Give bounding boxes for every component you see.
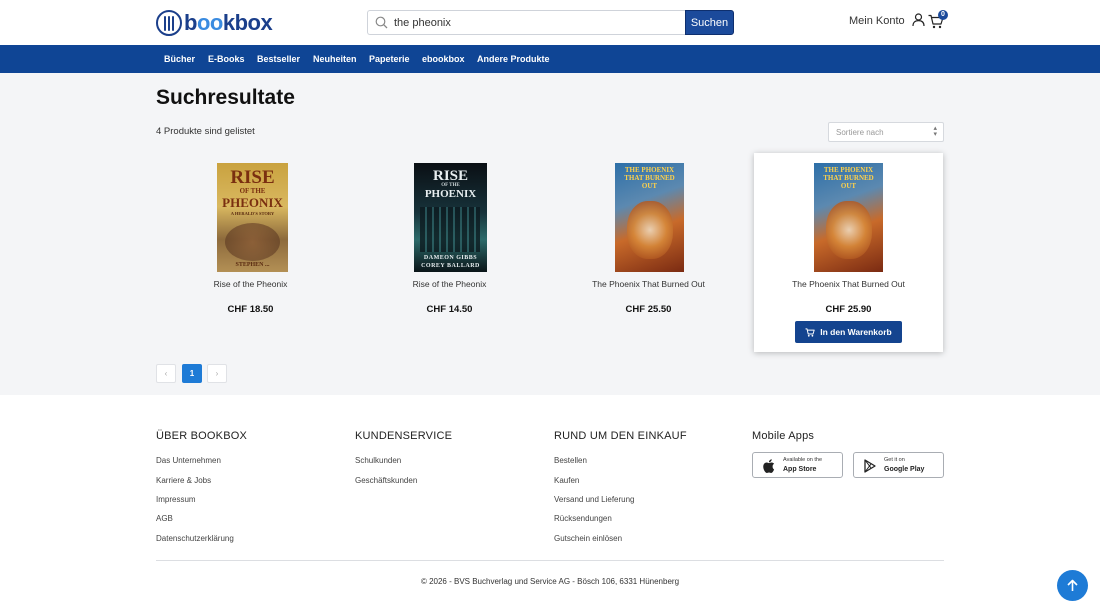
- footer-link[interactable]: Gutschein einlösen: [554, 534, 622, 543]
- sort-placeholder: Sortiere nach: [836, 128, 884, 137]
- cart-icon: [805, 327, 815, 337]
- product-price: CHF 25.90: [825, 304, 872, 315]
- nav-item-papeterie[interactable]: Papeterie: [369, 54, 410, 64]
- google-play-line1: Get it on: [884, 457, 905, 463]
- app-store-line2: App Store: [783, 466, 817, 473]
- logo-icon: [156, 10, 182, 36]
- app-store-line1: Available on the: [783, 457, 823, 463]
- nav-item-andere-produkte[interactable]: Andere Produkte: [477, 54, 550, 64]
- footer-link[interactable]: AGB: [156, 514, 173, 523]
- bookbox-logo[interactable]: bookbox: [156, 10, 273, 36]
- footer-link[interactable]: Kaufen: [554, 476, 579, 485]
- copyright-text: © 2026 - BVS Buchverlag und Service AG -…: [420, 577, 680, 586]
- product-card[interactable]: THE PHOENIX THAT BURNED OUT The Phoenix …: [554, 153, 743, 352]
- footer-divider: [156, 560, 944, 561]
- select-chevron-icon: ▴ ▾: [933, 125, 937, 138]
- footer-link[interactable]: Rücksendungen: [554, 514, 612, 523]
- nav-item-neuheiten[interactable]: Neuheiten: [313, 54, 357, 64]
- footer-link[interactable]: Das Unternehmen: [156, 456, 221, 465]
- footer-link[interactable]: Karriere & Jobs: [156, 476, 211, 485]
- footer-link[interactable]: Datenschutzerklärung: [156, 534, 234, 543]
- product-card[interactable]: THE PHOENIX THAT BURNED OUT The Phoenix …: [754, 153, 943, 352]
- footer-heading-about: ÜBER BOOKBOX: [156, 430, 248, 442]
- nav-item-ebookbox[interactable]: ebookbox: [422, 54, 465, 64]
- product-price: CHF 25.50: [625, 304, 672, 315]
- pagination-page-1[interactable]: 1: [182, 364, 202, 383]
- search-button[interactable]: Suchen: [685, 10, 734, 35]
- product-title[interactable]: The Phoenix That Burned Out: [754, 279, 943, 289]
- google-play-line2: Google Play: [884, 466, 925, 473]
- nav-item-buecher[interactable]: Bücher: [164, 54, 195, 64]
- footer-link[interactable]: Bestellen: [554, 456, 587, 465]
- page-title: Suchresultate: [156, 86, 295, 109]
- product-title[interactable]: Rise of the Pheonix: [156, 279, 345, 289]
- search-input[interactable]: [394, 11, 679, 34]
- footer-link[interactable]: Geschäftskunden: [355, 476, 417, 485]
- search-icon: [375, 16, 388, 29]
- cart-count-badge: 0: [938, 10, 948, 20]
- add-to-cart-label: In den Warenkorb: [820, 327, 892, 337]
- google-play-button[interactable]: Get it on Google Play: [853, 452, 944, 478]
- logo-wordmark: bookbox: [184, 10, 273, 35]
- account-link[interactable]: Mein Konto: [849, 13, 925, 27]
- product-title[interactable]: The Phoenix That Burned Out: [554, 279, 743, 289]
- nav-item-ebooks[interactable]: E-Books: [208, 54, 245, 64]
- product-cover-image[interactable]: RISE OF THE PHOENIX DAMEON GIBBS COREY B…: [414, 163, 487, 272]
- app-store-button[interactable]: Available on the App Store: [752, 452, 843, 478]
- product-price: CHF 18.50: [227, 304, 274, 315]
- footer-link[interactable]: Schulkunden: [355, 456, 401, 465]
- site-header: bookbox Suchen Mein Konto 0: [0, 0, 1100, 45]
- product-card[interactable]: RISE OF THE PHEONIX A HERALD'S STORY STE…: [156, 153, 345, 352]
- nav-item-bestseller[interactable]: Bestseller: [257, 54, 300, 64]
- footer-heading-apps: Mobile Apps: [752, 430, 815, 442]
- apple-icon: [763, 459, 775, 473]
- product-cover-image[interactable]: THE PHOENIX THAT BURNED OUT: [814, 163, 883, 272]
- product-card[interactable]: RISE OF THE PHOENIX DAMEON GIBBS COREY B…: [355, 153, 544, 352]
- footer-link[interactable]: Impressum: [156, 495, 196, 504]
- product-cover-image[interactable]: THE PHOENIX THAT BURNED OUT: [615, 163, 684, 272]
- footer-link[interactable]: Versand und Lieferung: [554, 495, 635, 504]
- search-box: [367, 10, 685, 35]
- product-price: CHF 14.50: [426, 304, 473, 315]
- sort-select[interactable]: Sortiere nach ▴ ▾: [828, 122, 944, 142]
- product-cover-image[interactable]: RISE OF THE PHEONIX A HERALD'S STORY STE…: [217, 163, 288, 272]
- result-count: 4 Produkte sind gelistet: [156, 126, 255, 137]
- main-navigation: Bücher E-Books Bestseller Neuheiten Pape…: [0, 45, 1100, 73]
- footer-heading-service: KUNDENSERVICE: [355, 430, 453, 442]
- google-play-icon: [864, 459, 876, 473]
- add-to-cart-button[interactable]: In den Warenkorb: [795, 321, 902, 343]
- product-title[interactable]: Rise of the Pheonix: [355, 279, 544, 289]
- arrow-up-icon: [1067, 579, 1078, 591]
- pagination-next[interactable]: ›: [207, 364, 227, 383]
- account-label: Mein Konto: [849, 15, 905, 27]
- user-icon: [912, 13, 925, 27]
- scroll-to-top-button[interactable]: [1057, 570, 1088, 601]
- pagination-prev[interactable]: ‹: [156, 364, 176, 383]
- footer-heading-shopping: RUND UM DEN EINKAUF: [554, 430, 687, 442]
